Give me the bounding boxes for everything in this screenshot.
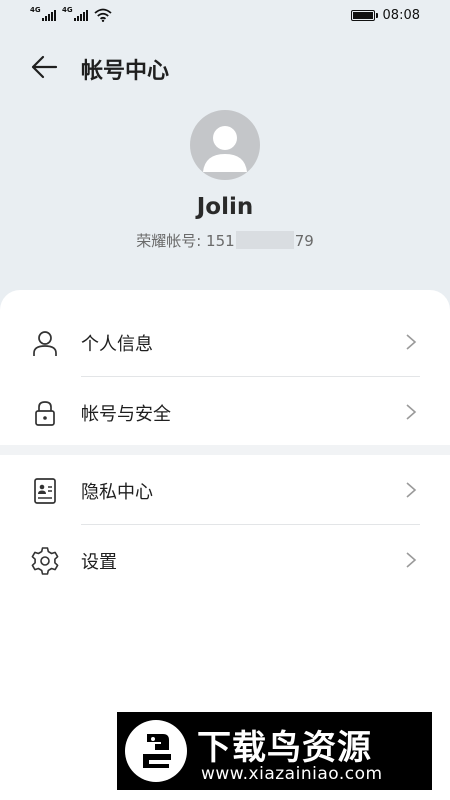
network-type-label: 4G bbox=[30, 6, 41, 14]
gear-icon bbox=[31, 547, 59, 575]
lock-icon bbox=[35, 401, 55, 426]
clock: 08:08 bbox=[382, 7, 420, 23]
account-mask bbox=[235, 231, 294, 249]
menu-item-label: 帐号与安全 bbox=[81, 404, 171, 425]
account-label: 荣耀帐号: bbox=[136, 232, 207, 250]
back-arrow-icon[interactable] bbox=[30, 54, 58, 80]
page-title: 帐号中心 bbox=[81, 59, 170, 84]
bird-logo-icon bbox=[125, 720, 187, 782]
menu-item-privacy-center[interactable]: 隐私中心 bbox=[0, 455, 450, 525]
privacy-card-icon bbox=[34, 478, 56, 504]
chevron-right-icon bbox=[406, 334, 417, 350]
cell-signal-icon-2: 4G bbox=[62, 6, 88, 21]
menu-item-label: 个人信息 bbox=[81, 334, 153, 355]
menu-item-label: 设置 bbox=[81, 552, 117, 573]
menu-item-label: 隐私中心 bbox=[81, 482, 153, 503]
default-user-icon bbox=[203, 126, 247, 172]
menu-item-settings[interactable]: 设置 bbox=[0, 525, 450, 595]
menu-item-account-security[interactable]: 帐号与安全 bbox=[0, 377, 450, 447]
account-prefix: 151 bbox=[206, 232, 235, 250]
network-type-label-2: 4G bbox=[62, 6, 73, 14]
wifi-icon bbox=[94, 8, 112, 22]
chevron-right-icon bbox=[406, 552, 417, 568]
user-name: Jolin bbox=[196, 194, 254, 220]
avatar[interactable] bbox=[190, 110, 260, 180]
account-suffix: 79 bbox=[294, 232, 314, 250]
watermark-url: www.xiazainiao.com bbox=[201, 764, 383, 784]
chevron-right-icon bbox=[406, 404, 417, 420]
status-bar-left: 4G 4G bbox=[30, 6, 112, 22]
app-header: 帐号中心 bbox=[0, 44, 450, 90]
status-bar-right: 08:08 bbox=[350, 7, 420, 23]
watermark-banner: 下载鸟资源 www.xiazainiao.com bbox=[117, 712, 432, 790]
watermark-title: 下载鸟资源 bbox=[197, 728, 372, 768]
menu-item-personal-info[interactable]: 个人信息 bbox=[0, 307, 450, 377]
cell-signal-icon: 4G bbox=[30, 6, 56, 21]
status-bar: 4G 4G 08:08 bbox=[0, 0, 450, 30]
person-icon bbox=[33, 331, 57, 356]
account-id: 荣耀帐号: 151 79 bbox=[0, 230, 450, 251]
battery-icon bbox=[350, 9, 378, 21]
chevron-right-icon bbox=[406, 482, 417, 498]
